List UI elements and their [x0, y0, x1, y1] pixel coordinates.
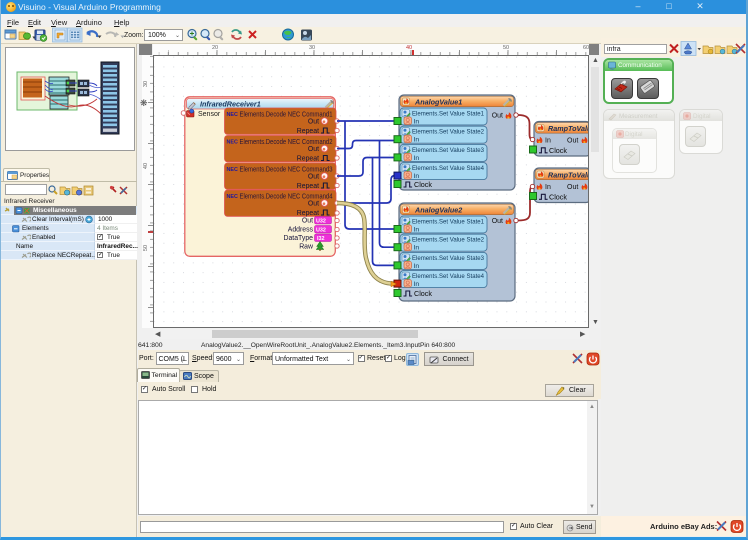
svg-text:Address: Address [288, 227, 314, 234]
svg-text:Raw: Raw [299, 244, 313, 251]
svg-text:Elements.Decode NEC Command2: Elements.Decode NEC Command2 [240, 139, 333, 146]
svg-text:Out: Out [308, 201, 319, 208]
svg-text:In: In [414, 281, 420, 288]
svg-text:In: In [414, 227, 420, 234]
svg-text:Out: Out [308, 119, 319, 126]
svg-text:Sensor: Sensor [198, 111, 221, 118]
svg-text:Elements.Set Value State3: Elements.Set Value State3 [412, 255, 484, 262]
svg-text:AnalogValue1: AnalogValue1 [414, 98, 462, 107]
svg-text:Elements.Set Value State2: Elements.Set Value State2 [412, 237, 484, 244]
svg-text:Elements.Set Value State1: Elements.Set Value State1 [412, 111, 484, 118]
svg-text:DataType: DataType [284, 235, 314, 242]
svg-text:Elements.Decode NEC Command4: Elements.Decode NEC Command4 [240, 193, 333, 200]
svg-text:Clock: Clock [414, 289, 432, 298]
svg-text:Out: Out [308, 174, 319, 181]
svg-text:RampToValue: RampToValue [548, 124, 589, 133]
svg-text:Out: Out [302, 218, 313, 225]
svg-text:U32: U32 [316, 228, 326, 234]
svg-text:In: In [414, 245, 420, 252]
svg-text:Out: Out [492, 218, 503, 225]
svg-text:In: In [414, 119, 420, 126]
svg-text:Out: Out [567, 137, 578, 144]
svg-text:Repeat: Repeat [297, 210, 319, 217]
svg-text:In: In [414, 137, 420, 144]
svg-text:RampToValue: RampToValue [548, 170, 589, 179]
svg-text:NEC: NEC [227, 140, 238, 146]
svg-text:In: In [545, 137, 551, 144]
svg-text:I32: I32 [317, 236, 325, 242]
svg-text:Elements.Set Value State4: Elements.Set Value State4 [412, 165, 484, 172]
svg-text:Out: Out [308, 146, 319, 153]
svg-text:Repeat: Repeat [297, 183, 319, 190]
svg-text:InfraredReceiver1: InfraredReceiver1 [200, 99, 261, 108]
svg-text:In: In [414, 263, 420, 270]
svg-text:AnalogValue2: AnalogValue2 [414, 206, 462, 215]
svg-text:Clock: Clock [549, 146, 567, 155]
svg-text:Elements.Decode NEC Command1: Elements.Decode NEC Command1 [240, 111, 333, 118]
svg-text:Elements.Decode NEC Command3: Elements.Decode NEC Command3 [240, 166, 333, 173]
svg-text:Clock: Clock [549, 192, 567, 201]
svg-text:Elements.Set Value State2: Elements.Set Value State2 [412, 129, 484, 136]
svg-text:Repeat: Repeat [297, 128, 319, 135]
svg-text:Elements.Set Value State3: Elements.Set Value State3 [412, 147, 484, 154]
svg-text:Clock: Clock [414, 180, 432, 189]
svg-text:U32: U32 [316, 219, 326, 225]
svg-text:Elements.Set Value State1: Elements.Set Value State1 [412, 219, 484, 226]
svg-text:Repeat: Repeat [297, 156, 319, 163]
svg-text:NEC: NEC [227, 167, 238, 173]
svg-text:Out: Out [492, 113, 503, 120]
svg-text:In: In [414, 155, 420, 162]
svg-text:NEC: NEC [227, 112, 238, 118]
svg-text:In: In [545, 184, 551, 191]
svg-text:Out: Out [567, 184, 578, 191]
svg-text:Elements.Set Value State4: Elements.Set Value State4 [412, 273, 484, 280]
svg-text:NEC: NEC [227, 194, 238, 200]
